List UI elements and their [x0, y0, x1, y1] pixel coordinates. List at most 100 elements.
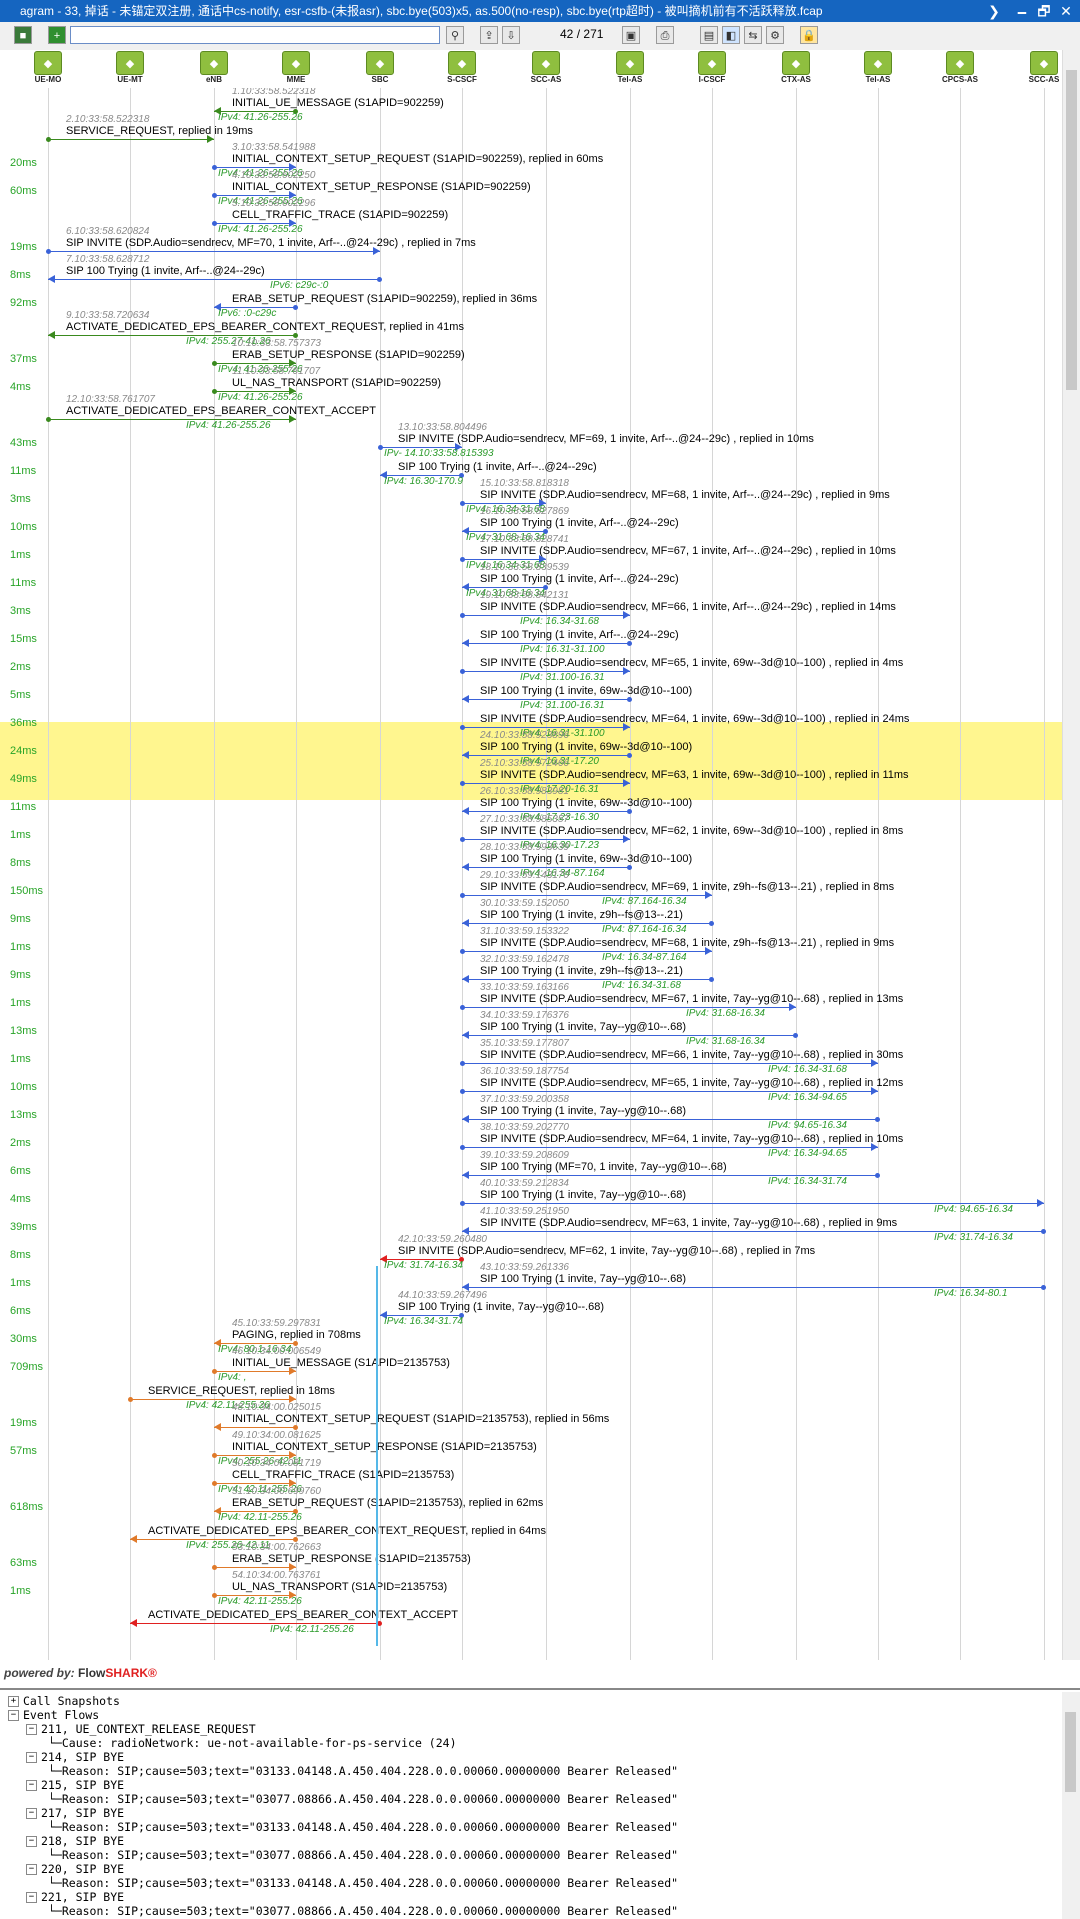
vertical-scrollbar[interactable] [1062, 50, 1080, 1660]
collapse-icon[interactable]: − [26, 1892, 37, 1903]
message-label[interactable]: SIP INVITE (SDP.Audio=sendrecv, MF=69, 1… [480, 881, 894, 893]
message-label[interactable]: SIP 100 Trying (1 invite, 7ay--yg@10--.6… [480, 1189, 686, 1201]
message-label[interactable]: SIP INVITE (SDP.Audio=sendrecv, MF=70, 1… [66, 237, 476, 249]
message-label[interactable]: SIP 100 Trying (1 invite, 69w--3d@10--10… [480, 685, 692, 697]
message-label[interactable]: ERAB_SETUP_REQUEST (S1APID=2135753), rep… [232, 1497, 543, 1509]
message-label[interactable]: SIP 100 Trying (1 invite, Arf--..@24--29… [480, 573, 679, 585]
message-label[interactable]: ERAB_SETUP_RESPONSE (S1APID=2135753) [232, 1553, 471, 1565]
collapse-icon[interactable]: − [26, 1836, 37, 1847]
tree-node-event-flows[interactable]: − Event Flows [8, 1708, 99, 1722]
scroll-right-icon[interactable]: ❯ [980, 0, 1008, 22]
message-label[interactable]: ERAB_SETUP_RESPONSE (S1APID=902259) [232, 349, 465, 361]
split-icon[interactable]: ⇆ [744, 26, 762, 44]
message-label[interactable]: SIP INVITE (SDP.Audio=sendrecv, MF=63, 1… [480, 769, 909, 781]
message-label[interactable]: SIP 100 Trying (1 invite, 7ay--yg@10--.6… [398, 1301, 604, 1313]
tree-event-item[interactable]: −217, SIP BYE [26, 1806, 124, 1820]
message-label[interactable]: SIP 100 Trying (1 invite, 69w--3d@10--10… [480, 797, 692, 809]
message-label[interactable]: SIP 100 Trying (1 invite, Arf--..@24--29… [66, 265, 265, 277]
message-label[interactable]: ACTIVATE_DEDICATED_EPS_BEARER_CONTEXT_AC… [66, 405, 376, 417]
message-arrow[interactable] [48, 275, 382, 283]
filter-options-icon[interactable]: ⚲ [446, 26, 464, 44]
message-label[interactable]: SIP INVITE (SDP.Audio=sendrecv, MF=65, 1… [480, 657, 903, 669]
message-label[interactable]: SERVICE_REQUEST, replied in 19ms [66, 125, 253, 137]
tree-scrollbar[interactable] [1062, 1692, 1080, 1919]
message-label[interactable]: CELL_TRAFFIC_TRACE (S1APID=902259) [232, 209, 448, 221]
message-label[interactable]: INITIAL_CONTEXT_SETUP_REQUEST (S1APID=21… [232, 1413, 609, 1425]
save-icon[interactable]: ▣ [622, 26, 640, 44]
message-label[interactable]: SIP INVITE (SDP.Audio=sendrecv, MF=66, 1… [480, 1049, 903, 1061]
lock-icon[interactable]: 🔒 [800, 26, 818, 44]
message-label[interactable]: PAGING, replied in 708ms [232, 1329, 361, 1341]
tree-event-item[interactable]: −214, SIP BYE [26, 1750, 124, 1764]
message-label[interactable]: SIP INVITE (SDP.Audio=sendrecv, MF=62, 1… [480, 825, 903, 837]
export-icon[interactable]: ⇪ [480, 26, 498, 44]
tree-event-item[interactable]: −211, UE_CONTEXT_RELEASE_REQUEST [26, 1722, 256, 1736]
layout-icon[interactable]: ▤ [700, 26, 718, 44]
tree-scroll-thumb[interactable] [1065, 1712, 1076, 1792]
close-button[interactable]: ✕ [1052, 0, 1080, 22]
message-label[interactable]: SIP INVITE (SDP.Audio=sendrecv, MF=65, 1… [480, 1077, 903, 1089]
node-s-cscf[interactable]: ◆ S-CSCF [444, 51, 480, 87]
message-label[interactable]: SIP INVITE (SDP.Audio=sendrecv, MF=66, 1… [480, 601, 896, 613]
message-label[interactable]: SIP 100 Trying (1 invite, Arf--..@24--29… [480, 629, 679, 641]
import-icon[interactable]: ⇩ [502, 26, 520, 44]
add-filter-button[interactable]: + [48, 26, 66, 44]
collapse-icon[interactable]: − [26, 1808, 37, 1819]
print-icon[interactable]: ⎙ [656, 26, 674, 44]
message-label[interactable]: INITIAL_CONTEXT_SETUP_RESPONSE (S1APID=9… [232, 181, 531, 193]
message-label[interactable]: SIP 100 Trying (1 invite, Arf--..@24--29… [398, 461, 597, 473]
message-label[interactable]: SIP 100 Trying (1 invite, z9h--fs@13--.2… [480, 965, 683, 977]
collapse-icon[interactable]: − [26, 1780, 37, 1791]
message-label[interactable]: INITIAL_UE_MESSAGE (S1APID=2135753) [232, 1357, 450, 1369]
node-ue-mt[interactable]: ◆ UE-MT [112, 51, 148, 87]
node-ctx-as[interactable]: ◆ CTX-AS [778, 51, 814, 87]
node-tel-as[interactable]: ◆ Tel-AS [860, 51, 896, 87]
message-label[interactable]: SIP 100 Trying (1 invite, z9h--fs@13--.2… [480, 909, 683, 921]
message-label[interactable]: SIP 100 Trying (1 invite, 69w--3d@10--10… [480, 741, 692, 753]
message-label[interactable]: SIP 100 Trying (1 invite, 7ay--yg@10--.6… [480, 1021, 686, 1033]
capture-icon[interactable]: ■ [14, 26, 32, 44]
message-label[interactable]: SIP INVITE (SDP.Audio=sendrecv, MF=64, 1… [480, 1133, 903, 1145]
collapse-icon[interactable]: − [26, 1752, 37, 1763]
message-label[interactable]: UL_NAS_TRANSPORT (S1APID=902259) [232, 377, 441, 389]
scroll-thumb[interactable] [1066, 70, 1077, 390]
message-label[interactable]: ACTIVATE_DEDICATED_EPS_BEARER_CONTEXT_AC… [148, 1609, 458, 1621]
message-label[interactable]: INITIAL_CONTEXT_SETUP_REQUEST (S1APID=90… [232, 153, 603, 165]
message-label[interactable]: INITIAL_UE_MESSAGE (S1APID=902259) [232, 97, 444, 109]
message-label[interactable]: ACTIVATE_DEDICATED_EPS_BEARER_CONTEXT_RE… [66, 321, 464, 333]
message-label[interactable]: SIP INVITE (SDP.Audio=sendrecv, MF=64, 1… [480, 713, 909, 725]
message-label[interactable]: SIP INVITE (SDP.Audio=sendrecv, MF=67, 1… [480, 993, 903, 1005]
node-scc-as[interactable]: ◆ SCC-AS [528, 51, 564, 87]
message-label[interactable]: SIP INVITE (SDP.Audio=sendrecv, MF=68, 1… [480, 937, 894, 949]
message-label[interactable]: ACTIVATE_DEDICATED_EPS_BEARER_CONTEXT_RE… [148, 1525, 546, 1537]
message-label[interactable]: SIP INVITE (SDP.Audio=sendrecv, MF=62, 1… [398, 1245, 815, 1257]
tree-event-item[interactable]: −220, SIP BYE [26, 1862, 124, 1876]
message-label[interactable]: UL_NAS_TRANSPORT (S1APID=2135753) [232, 1581, 447, 1593]
settings-icon[interactable]: ⚙ [766, 26, 784, 44]
message-label[interactable]: SIP INVITE (SDP.Audio=sendrecv, MF=63, 1… [480, 1217, 897, 1229]
node-ue-mo[interactable]: ◆ UE-MO [30, 51, 66, 87]
collapse-icon[interactable]: − [8, 1710, 19, 1721]
tree-node-call-snapshots[interactable]: + Call Snapshots [8, 1694, 120, 1708]
node-mme[interactable]: ◆ MME [278, 51, 314, 87]
view-toggle-icon[interactable]: ◧ [722, 26, 740, 44]
node-i-cscf[interactable]: ◆ I-CSCF [694, 51, 730, 87]
message-label[interactable]: SIP 100 Trying (1 invite, 7ay--yg@10--.6… [480, 1273, 686, 1285]
node-sbc[interactable]: ◆ SBC [362, 51, 398, 87]
message-label[interactable]: SIP 100 Trying (1 invite, Arf--..@24--29… [480, 517, 679, 529]
node-cpcs-as[interactable]: ◆ CPCS-AS [942, 51, 978, 87]
message-label[interactable]: SIP 100 Trying (1 invite, 69w--3d@10--10… [480, 853, 692, 865]
message-arrow[interactable] [46, 135, 214, 143]
message-label[interactable]: CELL_TRAFFIC_TRACE (S1APID=2135753) [232, 1469, 454, 1481]
message-arrow[interactable] [46, 247, 380, 255]
node-scc-as[interactable]: ◆ SCC-AS [1026, 51, 1062, 87]
node-tel-as[interactable]: ◆ Tel-AS [612, 51, 648, 87]
collapse-icon[interactable]: − [26, 1724, 37, 1735]
message-arrow[interactable] [214, 1423, 298, 1431]
message-label[interactable]: SIP 100 Trying (MF=70, 1 invite, 7ay--yg… [480, 1161, 727, 1173]
collapse-icon[interactable]: − [26, 1864, 37, 1875]
tree-event-item[interactable]: −221, SIP BYE [26, 1890, 124, 1904]
node-enb[interactable]: ◆ eNB [196, 51, 232, 87]
message-label[interactable]: SERVICE_REQUEST, replied in 18ms [148, 1385, 335, 1397]
message-label[interactable]: ERAB_SETUP_REQUEST (S1APID=902259), repl… [232, 293, 537, 305]
